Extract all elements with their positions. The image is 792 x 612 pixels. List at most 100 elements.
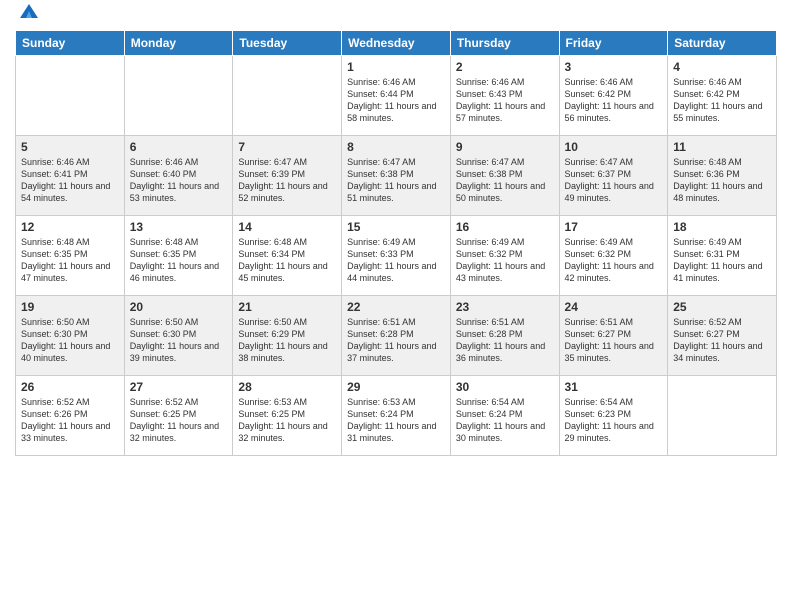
calendar-cell: 27Sunrise: 6:52 AMSunset: 6:25 PMDayligh… [124, 376, 233, 456]
day-number: 3 [565, 60, 663, 74]
day-number: 26 [21, 380, 119, 394]
calendar-cell: 22 Sunrise: 6:51 AMSunset: 6:28 PMDayligh… [342, 296, 451, 376]
col-header-friday: Friday [559, 31, 668, 56]
day-number: 18 [673, 220, 771, 234]
day-info: Sunrise: 6:46 AMSunset: 6:41 PMDaylight:… [21, 156, 119, 205]
calendar-header-row: SundayMondayTuesdayWednesdayThursdayFrid… [16, 31, 777, 56]
calendar-cell: 19 Sunrise: 6:50 AMSunset: 6:30 PMDayligh… [16, 296, 125, 376]
day-info: Sunrise: 6:47 AMSunset: 6:37 PMDaylight:… [565, 156, 663, 205]
day-number: 2 [456, 60, 554, 74]
calendar-week-3: 19 Sunrise: 6:50 AMSunset: 6:30 PMDayligh… [16, 296, 777, 376]
calendar-cell: 29Sunrise: 6:53 AMSunset: 6:24 PMDayligh… [342, 376, 451, 456]
calendar-cell: 16 Sunrise: 6:49 AMSunset: 6:32 PMDayligh… [450, 216, 559, 296]
day-number: 17 [565, 220, 663, 234]
col-header-tuesday: Tuesday [233, 31, 342, 56]
day-number: 1 [347, 60, 445, 74]
calendar-cell: 2 Sunrise: 6:46 AMSunset: 6:43 PMDaylight… [450, 56, 559, 136]
day-number: 14 [238, 220, 336, 234]
calendar-cell [233, 56, 342, 136]
calendar-week-2: 12Sunrise: 6:48 AMSunset: 6:35 PMDayligh… [16, 216, 777, 296]
day-info: Sunrise: 6:49 AMSunset: 6:31 PMDaylight:… [673, 236, 771, 285]
calendar-cell: 11Sunrise: 6:48 AMSunset: 6:36 PMDayligh… [668, 136, 777, 216]
calendar-cell: 3Sunrise: 6:46 AMSunset: 6:42 PMDaylight… [559, 56, 668, 136]
day-number: 29 [347, 380, 445, 394]
calendar-cell: 8 Sunrise: 6:47 AMSunset: 6:38 PMDaylight… [342, 136, 451, 216]
calendar-cell: 13 Sunrise: 6:48 AMSunset: 6:35 PMDayligh… [124, 216, 233, 296]
day-number: 15 [347, 220, 445, 234]
day-number: 20 [130, 300, 228, 314]
day-number: 13 [130, 220, 228, 234]
day-info: Sunrise: 6:46 AMSunset: 6:40 PMDaylight:… [130, 156, 228, 205]
day-info: Sunrise: 6:50 AMSunset: 6:29 PMDaylight:… [238, 316, 336, 365]
day-number: 5 [21, 140, 119, 154]
calendar-cell: 9 Sunrise: 6:47 AMSunset: 6:38 PMDaylight… [450, 136, 559, 216]
day-info: Sunrise: 6:49 AMSunset: 6:33 PMDaylight:… [347, 236, 445, 285]
calendar-week-1: 5 Sunrise: 6:46 AMSunset: 6:41 PMDaylight… [16, 136, 777, 216]
day-info: Sunrise: 6:54 AMSunset: 6:23 PMDaylight:… [565, 396, 663, 445]
day-number: 10 [565, 140, 663, 154]
day-number: 22 [347, 300, 445, 314]
calendar-cell [668, 376, 777, 456]
day-info: Sunrise: 6:48 AMSunset: 6:35 PMDaylight:… [130, 236, 228, 285]
calendar-table: SundayMondayTuesdayWednesdayThursdayFrid… [15, 30, 777, 456]
day-number: 8 [347, 140, 445, 154]
day-info: Sunrise: 6:52 AMSunset: 6:26 PMDaylight:… [21, 396, 119, 445]
calendar-cell: 18 Sunrise: 6:49 AMSunset: 6:31 PMDayligh… [668, 216, 777, 296]
page-header [15, 10, 777, 22]
calendar-cell: 7 Sunrise: 6:47 AMSunset: 6:39 PMDaylight… [233, 136, 342, 216]
calendar-cell: 31 Sunrise: 6:54 AMSunset: 6:23 PMDayligh… [559, 376, 668, 456]
day-number: 23 [456, 300, 554, 314]
calendar-cell: 20Sunrise: 6:50 AMSunset: 6:30 PMDayligh… [124, 296, 233, 376]
calendar-cell: 6 Sunrise: 6:46 AMSunset: 6:40 PMDaylight… [124, 136, 233, 216]
day-info: Sunrise: 6:53 AMSunset: 6:25 PMDaylight:… [238, 396, 336, 445]
calendar-cell: 23 Sunrise: 6:51 AMSunset: 6:28 PMDayligh… [450, 296, 559, 376]
calendar-cell: 24 Sunrise: 6:51 AMSunset: 6:27 PMDayligh… [559, 296, 668, 376]
day-number: 21 [238, 300, 336, 314]
col-header-wednesday: Wednesday [342, 31, 451, 56]
day-info: Sunrise: 6:54 AMSunset: 6:24 PMDaylight:… [456, 396, 554, 445]
calendar-cell: 26 Sunrise: 6:52 AMSunset: 6:26 PMDayligh… [16, 376, 125, 456]
calendar-cell: 10 Sunrise: 6:47 AMSunset: 6:37 PMDayligh… [559, 136, 668, 216]
day-number: 9 [456, 140, 554, 154]
calendar-week-4: 26 Sunrise: 6:52 AMSunset: 6:26 PMDayligh… [16, 376, 777, 456]
calendar-cell: 25 Sunrise: 6:52 AMSunset: 6:27 PMDayligh… [668, 296, 777, 376]
col-header-thursday: Thursday [450, 31, 559, 56]
calendar-cell: 30 Sunrise: 6:54 AMSunset: 6:24 PMDayligh… [450, 376, 559, 456]
day-info: Sunrise: 6:50 AMSunset: 6:30 PMDaylight:… [21, 316, 119, 365]
day-number: 19 [21, 300, 119, 314]
day-number: 24 [565, 300, 663, 314]
day-info: Sunrise: 6:47 AMSunset: 6:38 PMDaylight:… [347, 156, 445, 205]
day-info: Sunrise: 6:48 AMSunset: 6:35 PMDaylight:… [21, 236, 119, 285]
calendar-cell: 12Sunrise: 6:48 AMSunset: 6:35 PMDayligh… [16, 216, 125, 296]
col-header-saturday: Saturday [668, 31, 777, 56]
day-info: Sunrise: 6:51 AMSunset: 6:27 PMDaylight:… [565, 316, 663, 365]
day-info: Sunrise: 6:46 AMSunset: 6:43 PMDaylight:… [456, 76, 554, 125]
day-info: Sunrise: 6:52 AMSunset: 6:27 PMDaylight:… [673, 316, 771, 365]
logo [15, 10, 40, 22]
calendar-cell: 4Sunrise: 6:46 AMSunset: 6:42 PMDaylight… [668, 56, 777, 136]
day-info: Sunrise: 6:47 AMSunset: 6:39 PMDaylight:… [238, 156, 336, 205]
day-number: 31 [565, 380, 663, 394]
day-number: 16 [456, 220, 554, 234]
day-number: 7 [238, 140, 336, 154]
day-info: Sunrise: 6:48 AMSunset: 6:36 PMDaylight:… [673, 156, 771, 205]
calendar-week-0: 1 Sunrise: 6:46 AMSunset: 6:44 PMDaylight… [16, 56, 777, 136]
calendar-cell: 21 Sunrise: 6:50 AMSunset: 6:29 PMDayligh… [233, 296, 342, 376]
day-number: 25 [673, 300, 771, 314]
day-info: Sunrise: 6:51 AMSunset: 6:28 PMDaylight:… [347, 316, 445, 365]
calendar-cell: 17Sunrise: 6:49 AMSunset: 6:32 PMDayligh… [559, 216, 668, 296]
day-number: 27 [130, 380, 228, 394]
day-info: Sunrise: 6:46 AMSunset: 6:44 PMDaylight:… [347, 76, 445, 125]
col-header-sunday: Sunday [16, 31, 125, 56]
calendar-cell: 15 Sunrise: 6:49 AMSunset: 6:33 PMDayligh… [342, 216, 451, 296]
calendar-cell [124, 56, 233, 136]
day-info: Sunrise: 6:51 AMSunset: 6:28 PMDaylight:… [456, 316, 554, 365]
day-number: 6 [130, 140, 228, 154]
day-info: Sunrise: 6:49 AMSunset: 6:32 PMDaylight:… [456, 236, 554, 285]
day-info: Sunrise: 6:47 AMSunset: 6:38 PMDaylight:… [456, 156, 554, 205]
day-number: 30 [456, 380, 554, 394]
calendar-cell: 28 Sunrise: 6:53 AMSunset: 6:25 PMDayligh… [233, 376, 342, 456]
day-info: Sunrise: 6:48 AMSunset: 6:34 PMDaylight:… [238, 236, 336, 285]
day-number: 4 [673, 60, 771, 74]
day-number: 28 [238, 380, 336, 394]
